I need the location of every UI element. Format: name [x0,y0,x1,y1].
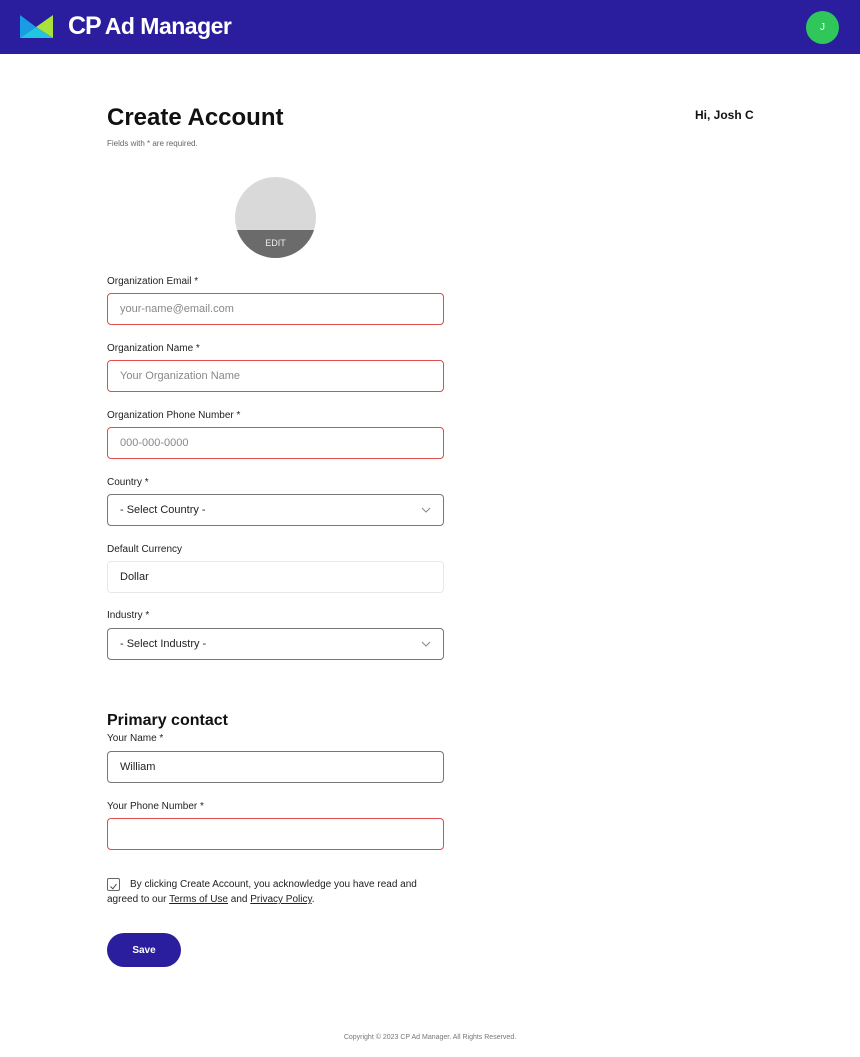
org-email-placeholder: your-name@email.com [120,303,234,315]
chevron-down-icon [421,641,431,647]
org-phone-input[interactable]: 000-000-0000 [107,427,444,459]
privacy-policy-link[interactable]: Privacy Policy [250,894,312,905]
currency-field: Dollar [107,561,444,593]
org-name-placeholder: Your Organization Name [120,370,241,382]
currency-value: Dollar [120,571,149,583]
currency-label: Default Currency [107,544,183,555]
your-name-value: William [120,761,156,773]
org-name-label: Organization Name * [107,343,200,354]
industry-label: Industry * [107,610,150,621]
top-navigation-bar: CP Ad Manager J [0,0,860,54]
terms-of-use-link[interactable]: Terms of Use [169,894,228,905]
country-selected-value: - Select Country - [120,504,206,516]
required-fields-note: Fields with * are required. [107,139,198,148]
edit-photo-button[interactable]: EDIT [235,230,316,258]
org-email-input[interactable]: your-name@email.com [107,293,444,325]
your-name-input[interactable]: William [107,751,444,783]
industry-select[interactable]: - Select Industry - [107,628,444,660]
consent-end: . [311,894,315,905]
country-select[interactable]: - Select Country - [107,494,444,526]
org-phone-placeholder: 000-000-0000 [120,437,189,449]
your-phone-label: Your Phone Number * [107,801,204,812]
consent-and: and [228,894,251,905]
org-email-label: Organization Email * [107,276,199,287]
page-title: Create Account [107,104,284,131]
industry-selected-value: - Select Industry - [120,638,207,650]
brand-cp: CP [68,12,102,40]
footer-copyright: Copyright © 2023 CP Ad Manager. All Righ… [343,1034,517,1041]
consent-text: By clicking Create Account, you acknowle… [107,877,447,907]
chevron-down-icon [421,507,431,513]
org-name-input[interactable]: Your Organization Name [107,360,444,392]
user-greeting: Hi, Josh C [695,108,754,122]
country-label: Country * [107,477,149,488]
save-button[interactable]: Save [107,933,181,967]
org-phone-label: Organization Phone Number * [107,410,241,421]
app-brand[interactable]: CP Ad Manager [68,12,232,41]
profile-photo-upload[interactable]: EDIT [235,177,316,258]
brand-name: Ad Manager [104,13,232,39]
primary-contact-heading: Primary contact [107,712,228,729]
your-phone-input[interactable] [107,818,444,850]
your-name-label: Your Name * [107,733,164,744]
cp-logo-icon [20,15,53,38]
user-avatar[interactable]: J [806,11,839,44]
